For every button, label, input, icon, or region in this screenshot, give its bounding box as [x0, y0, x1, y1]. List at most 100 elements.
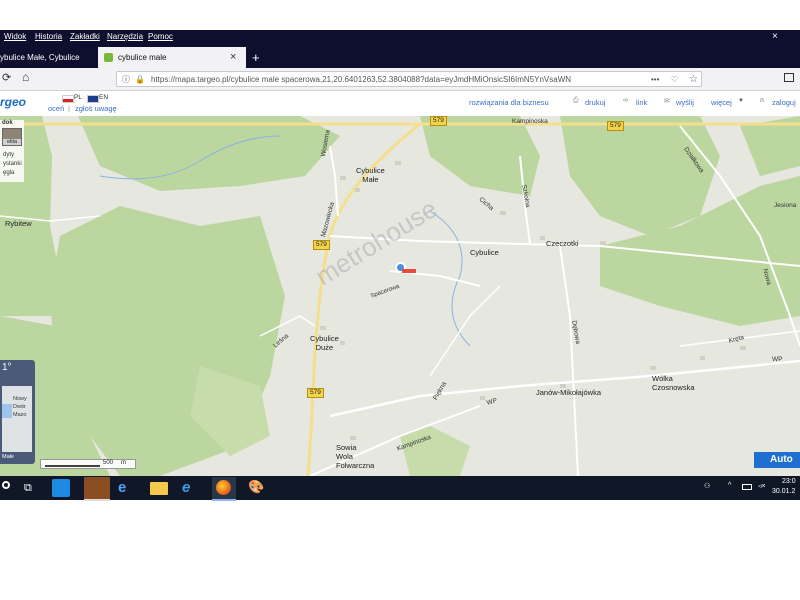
place-janow: Janów-Mikołajówka — [536, 388, 602, 397]
report-link[interactable]: zgłoś uwagę — [75, 104, 117, 113]
sidebar-icon[interactable] — [784, 73, 794, 82]
map-canvas[interactable]: metrohouse Cybulice Małe Rybitew Cybulic… — [0, 116, 800, 476]
tab-active[interactable]: cybulice male × — [98, 47, 246, 68]
place-label: Wólka — [652, 374, 673, 383]
minimap-place: Nowy — [13, 396, 27, 402]
file-explorer-icon[interactable] — [150, 482, 168, 495]
lang-pl[interactable]: PL — [74, 94, 82, 101]
scale-unit: m — [121, 460, 126, 466]
place-label: Cybulice — [310, 334, 339, 343]
minimap-place: Mazo — [13, 412, 27, 418]
marker-flag-icon — [402, 269, 416, 273]
place-label: Duże — [315, 343, 334, 352]
chevron-up-icon[interactable]: ^ — [728, 482, 731, 489]
place-label: Cybulice — [356, 166, 385, 175]
map-graphics — [0, 116, 800, 476]
login-link[interactable]: zaloguj — [772, 98, 796, 107]
send-icon[interactable]: ✉ — [664, 97, 670, 105]
auto-banner[interactable]: Auto — [754, 452, 800, 468]
volume-icon[interactable]: ◃× — [758, 482, 766, 490]
road-wp-right: WP — [772, 356, 783, 363]
clock-date[interactable]: 30.01.2 — [772, 488, 795, 495]
rate-link[interactable]: oceń — [48, 104, 64, 113]
app-active-icon[interactable] — [84, 477, 110, 501]
firefox-logo-icon — [216, 480, 231, 495]
place-label: Czosnowska — [652, 383, 695, 392]
home-icon[interactable]: ⌂ — [22, 70, 29, 84]
road-jesiona: Jesiona — [774, 202, 797, 209]
menu-historia[interactable]: Historia — [35, 32, 62, 41]
lang-en[interactable]: EN — [99, 94, 108, 101]
battery-icon[interactable] — [742, 484, 752, 490]
link-icon[interactable]: ∞ — [623, 97, 628, 104]
new-tab-button[interactable]: + — [252, 47, 260, 68]
place-cybulice-duze: Cybulice Duże — [310, 334, 339, 352]
send-link[interactable]: wyślij — [676, 98, 694, 107]
header-separator: | — [68, 104, 70, 113]
site-logo[interactable]: rgeo — [0, 95, 26, 109]
scale-value: 500 — [103, 460, 114, 466]
minimap-temp: 1° — [2, 362, 12, 373]
link-link[interactable]: link — [636, 98, 647, 107]
route-579-badge: 579 — [607, 121, 624, 131]
left-panel-line[interactable]: ęgla — [3, 170, 14, 176]
pocket-icon[interactable]: ♡ — [671, 72, 678, 88]
internet-explorer-icon[interactable]: e — [182, 479, 200, 497]
route-579-badge: 579 — [307, 388, 324, 398]
print-link[interactable]: drukuj — [585, 98, 605, 107]
mail-app-icon[interactable] — [52, 479, 70, 497]
flag-en-icon[interactable] — [87, 95, 99, 103]
task-view-icon[interactable]: ⧉ — [24, 482, 32, 495]
menu-widok[interactable]: Widok — [4, 32, 26, 41]
route-579-badge: 579 — [430, 116, 447, 126]
info-icon[interactable]: ⓘ — [122, 72, 130, 88]
targeo-favicon-icon — [104, 53, 113, 62]
print-icon[interactable]: ⎙ — [573, 97, 579, 105]
road-kampinoska-top: Kampinoska — [512, 118, 548, 125]
menu-bar: Widok Historia Zakładki Narzędzia Pomoc … — [0, 30, 800, 44]
user-icon[interactable]: ⍝ — [760, 97, 764, 105]
more-link[interactable]: więcej — [711, 98, 732, 107]
minimap-place: Dwór — [13, 404, 26, 410]
place-cybulice-male: Cybulice Małe — [356, 166, 385, 184]
paint-icon[interactable]: 🎨 — [248, 479, 266, 497]
menu-narzedzia[interactable]: Narzędzia — [107, 32, 143, 41]
tab-bar: ybulice Małe, Cybulice cybulice male × + — [0, 44, 800, 68]
window-close-icon[interactable]: × — [772, 31, 778, 42]
taskbar: ⧉ e e 🎨 ⚇ ^ ◃× 23:0 30.01.2 — [0, 476, 800, 501]
bookmark-star-icon[interactable]: ☆ — [689, 72, 698, 88]
lock-icon: 🔒 — [135, 75, 145, 84]
place-sowia: Sowia Wola Folwarczna — [336, 443, 374, 470]
auto-banner-label: Auto — [770, 454, 793, 465]
minimap-lake — [2, 404, 12, 418]
place-label: Sowia — [336, 443, 357, 452]
satellite-thumb[interactable]: elita — [2, 128, 22, 146]
left-panel-title: dok — [2, 120, 13, 126]
chevron-down-icon[interactable]: ▼ — [738, 98, 744, 104]
left-panel-line[interactable]: dyty — [3, 152, 14, 158]
tab-inactive[interactable]: ybulice Małe, Cybulice — [0, 47, 96, 68]
address-bar[interactable]: ⓘ 🔒 https://mapa.targeo.pl/cybulice male… — [116, 71, 702, 87]
scale-bar-line — [45, 465, 100, 467]
search-icon[interactable] — [2, 481, 10, 489]
edge-icon[interactable]: e — [118, 479, 136, 497]
tab-inactive-label: ybulice Małe, Cybulice — [0, 53, 80, 62]
firefox-icon[interactable] — [212, 477, 236, 501]
minimap-view[interactable]: Nowy Dwór Mazo — [2, 386, 32, 452]
flag-pl-icon[interactable] — [62, 95, 74, 103]
satellite-thumb-label: elita — [3, 139, 21, 145]
menu-pomoc[interactable]: Pomoc — [148, 32, 173, 41]
minimap-label: Małe — [2, 454, 14, 460]
minimap-widget[interactable]: 1° Nowy Dwór Mazo Małe — [0, 360, 35, 464]
reload-icon[interactable]: ⟳ — [2, 71, 11, 84]
people-icon[interactable]: ⚇ — [704, 482, 710, 490]
menu-zakladki[interactable]: Zakładki — [70, 32, 100, 41]
left-panel: dok elita dyty ystanki ęgla — [0, 120, 24, 182]
clock-time[interactable]: 23:0 — [782, 478, 796, 485]
place-label: Wola — [336, 452, 353, 461]
left-panel-line[interactable]: ystanki — [3, 161, 22, 167]
page-actions-icon[interactable]: ••• — [651, 72, 659, 88]
business-link[interactable]: rozwiązania dla biznesu — [469, 98, 549, 107]
tab-close-icon[interactable]: × — [230, 47, 236, 68]
tab-active-label: cybulice male — [118, 53, 167, 62]
